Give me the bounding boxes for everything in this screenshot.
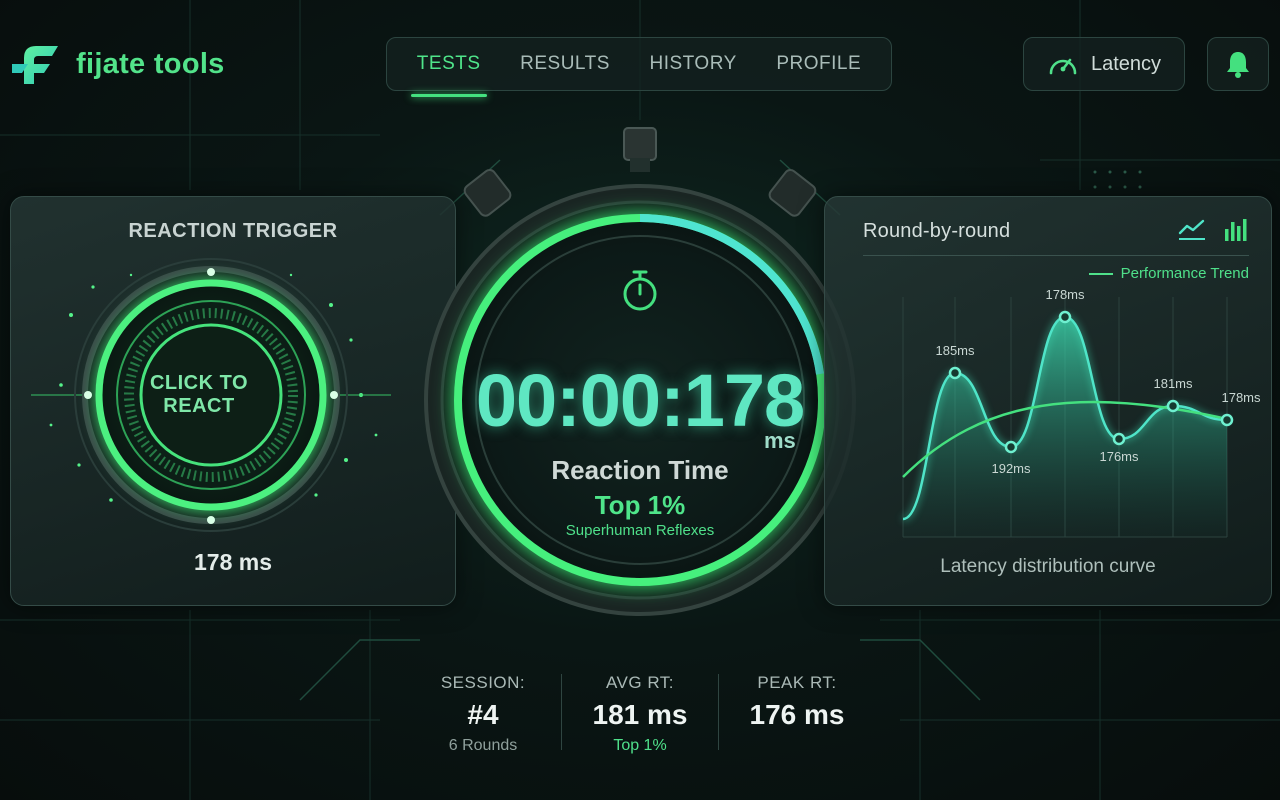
gauge-icon <box>1049 58 1077 75</box>
chart-point <box>948 366 962 380</box>
chart-point-label: 176ms <box>1099 449 1139 464</box>
bell-icon <box>1227 52 1249 78</box>
chart-point-label: 192ms <box>991 461 1031 476</box>
reaction-trigger-title: REACTION TRIGGER <box>128 220 338 242</box>
round-by-round-chart: 185ms 192ms 178ms 176ms 181ms 178ms <box>902 287 1261 538</box>
tab-profile[interactable]: PROFILE <box>772 43 865 85</box>
tab-history[interactable]: HISTORY <box>645 43 740 85</box>
chart-point-label: 185ms <box>935 343 975 358</box>
app-logo[interactable]: fijate tools <box>10 38 225 90</box>
stat-peak-rt: PEAK RT: 176 ms <box>722 673 872 731</box>
chart-point <box>1166 399 1180 413</box>
trigger-result-value: 178 ms <box>193 549 272 575</box>
main-nav: TESTS RESULTS HISTORY PROFILE <box>386 37 892 97</box>
notifications-button[interactable] <box>1207 37 1269 91</box>
chart-point <box>1004 440 1018 454</box>
tab-tests[interactable]: TESTS <box>410 43 487 97</box>
click-to-react-button[interactable]: CLICK TO REACT <box>128 324 270 466</box>
chart-point <box>1220 413 1234 427</box>
chart-caption: Latency distribution curve <box>940 556 1156 577</box>
trigger-label-line2: REACT <box>163 395 235 417</box>
reaction-time-unit: ms <box>764 428 796 453</box>
trigger-label-line1: CLICK TO <box>149 372 249 394</box>
stat-session-sub: 6 Rounds <box>448 737 518 754</box>
chart-point-label: 178ms <box>1221 390 1261 405</box>
latency-label: Latency <box>1090 52 1162 75</box>
stat-avg-value: 181 ms <box>592 699 688 730</box>
tab-results[interactable]: RESULTS <box>516 43 614 85</box>
app-name: fijate tools <box>76 47 225 80</box>
chart-point-label: 181ms <box>1153 376 1193 391</box>
reaction-trigger-panel: REACTION TRIGGER CLICK TO REACT 178 ms <box>10 196 456 606</box>
reaction-time-readout: 00:00:178 <box>475 359 805 442</box>
stat-peak-label: PEAK RT: <box>757 673 837 692</box>
stat-divider <box>718 674 719 750</box>
stat-session: SESSION: #4 6 Rounds <box>408 673 558 755</box>
latency-button[interactable]: Latency <box>1023 37 1185 91</box>
stat-session-value: #4 <box>467 699 499 730</box>
chart-point <box>1112 432 1126 446</box>
reaction-rank: Top 1% <box>594 490 686 520</box>
stat-avg-rt: AVG RT: 181 ms Top 1% <box>565 673 715 755</box>
reaction-time-label: Reaction Time <box>551 455 729 485</box>
reaction-rank-subtitle: Superhuman Reflexes <box>565 522 715 539</box>
stat-divider <box>561 674 562 750</box>
stat-peak-value: 176 ms <box>749 699 845 730</box>
chart-point <box>1058 310 1072 324</box>
stat-session-label: SESSION: <box>440 673 526 692</box>
stat-avg-sub: Top 1% <box>613 737 667 754</box>
stat-avg-label: AVG RT: <box>605 673 675 692</box>
round-by-round-panel: Round-by-round Performance Trend 185ms 19… <box>824 196 1272 606</box>
chart-point-label: 178ms <box>1045 287 1085 302</box>
fijate-logo-icon <box>12 46 58 84</box>
